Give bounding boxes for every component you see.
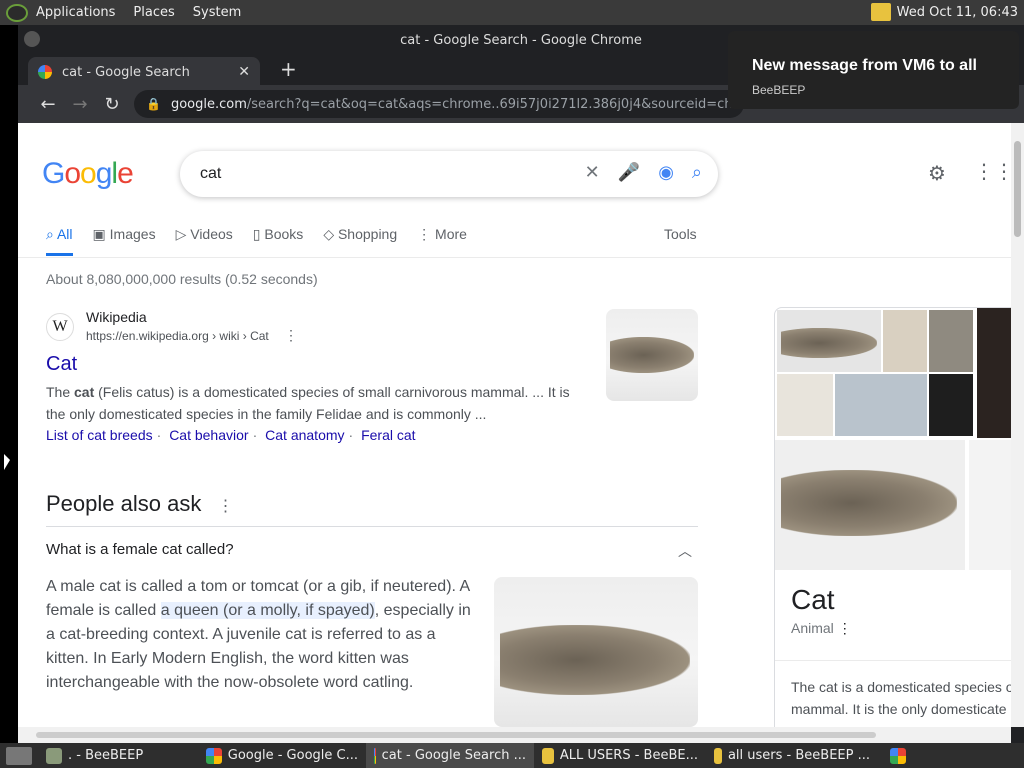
lens-search-icon[interactable]: ◉: [658, 162, 674, 183]
clock[interactable]: Wed Oct 11, 06:43: [897, 5, 1018, 20]
result-site-name[interactable]: Wikipedia: [86, 309, 147, 325]
voice-search-icon[interactable]: 🎤: [618, 162, 640, 183]
mail-notification-icon[interactable]: [870, 3, 891, 21]
tools-button[interactable]: Tools: [664, 226, 697, 242]
page-content: Google cat ✕ 🎤 ◉ ⌕ ⚙ ⋮⋮ ⌕ All ▣ Images ▷…: [18, 123, 1011, 727]
back-button[interactable]: ←: [32, 94, 64, 115]
search-input[interactable]: cat: [200, 165, 221, 183]
url-host: google.com: [170, 96, 247, 112]
people-also-ask-heading: People also ask ⋮: [46, 491, 234, 516]
result-more-icon[interactable]: ⋮: [284, 327, 298, 344]
paa-answer: A male cat is called a tom or tomcat (or…: [46, 578, 471, 691]
search-tabs: ⌕ All ▣ Images ▷ Videos ▯ Books ◇ Shoppi…: [46, 226, 467, 256]
result-title-link[interactable]: Cat: [46, 353, 77, 376]
address-bar[interactable]: 🔒 google.com /search?q=cat&oq=cat&aqs=ch…: [134, 90, 744, 118]
tabs-divider: [18, 257, 1011, 258]
window-menu-icon[interactable]: [24, 31, 40, 47]
settings-gear-icon[interactable]: ⚙: [928, 161, 946, 185]
kp-image-tile[interactable]: [777, 374, 833, 436]
kp-image-tile[interactable]: [929, 374, 973, 436]
chrome-icon: [206, 747, 222, 764]
notification-title: New message from VM6 to all: [752, 57, 977, 74]
kp-image-tile[interactable]: [977, 308, 1011, 438]
logo-letter: G: [42, 157, 65, 190]
reload-button[interactable]: ↻: [96, 94, 128, 115]
wikipedia-favicon-icon: W: [46, 313, 74, 341]
new-tab-button[interactable]: +: [280, 57, 297, 81]
tab-videos[interactable]: ▷ Videos: [176, 226, 233, 256]
window-title: cat - Google Search - Google Chrome: [400, 32, 642, 48]
sitelink-cat-breeds[interactable]: List of cat breeds: [46, 427, 153, 443]
search-box[interactable]: cat ✕ 🎤 ◉ ⌕: [180, 151, 718, 197]
menu-system[interactable]: System: [193, 5, 241, 20]
result-thumbnail-image[interactable]: [606, 309, 698, 401]
apps-grid-icon[interactable]: ⋮⋮: [974, 159, 1011, 183]
kp-image-tile[interactable]: [929, 310, 973, 372]
kp-image-tile[interactable]: [883, 310, 927, 372]
kp-image-tile[interactable]: [969, 440, 1011, 570]
task-all-users-1[interactable]: ALL USERS - BeeBE...: [534, 743, 706, 768]
system-top-panel: Applications Places System Wed Oct 11, 0…: [0, 0, 1024, 25]
tab-all[interactable]: ⌕ All: [46, 226, 73, 256]
mail-icon: [714, 747, 722, 764]
sitelinks: List of cat breeds · Cat behavior · Cat an…: [46, 427, 416, 443]
distro-logo-icon[interactable]: [6, 3, 28, 22]
kp-description: The cat is a domesticated species o mamma…: [791, 679, 1011, 717]
sitelink-cat-behavior[interactable]: Cat behavior: [169, 427, 248, 443]
mail-icon: [542, 747, 554, 764]
notification-source: BeeBEEP: [752, 83, 806, 97]
browser-tab[interactable]: cat - Google Search ✕: [28, 57, 260, 87]
show-desktop-icon[interactable]: [6, 746, 32, 765]
task-cat-search[interactable]: cat - Google Search ...: [366, 743, 534, 768]
forward-button[interactable]: →: [64, 94, 96, 115]
sitelink-feral-cat[interactable]: Feral cat: [361, 427, 415, 443]
taskbar: . - BeeBEEP Google - Google C... cat - G…: [0, 743, 1024, 768]
sitelink-cat-anatomy[interactable]: Cat anatomy: [265, 427, 344, 443]
tab-books[interactable]: ▯ Books: [253, 226, 304, 256]
kp-image-tile[interactable]: [777, 310, 881, 372]
vertical-scrollbar[interactable]: [1011, 123, 1024, 727]
mouse-cursor-icon: [4, 454, 10, 470]
paa-divider: [46, 526, 698, 527]
paa-answer-image[interactable]: [494, 577, 698, 727]
tab-shopping[interactable]: ◇ Shopping: [323, 226, 397, 256]
paa-more-icon[interactable]: ⋮: [217, 498, 233, 515]
task-all-users-2[interactable]: all users - BeeBEEP ...: [706, 743, 878, 768]
result-url[interactable]: https://en.wikipedia.org › wiki › Cat: [86, 329, 269, 343]
clear-search-icon[interactable]: ✕: [585, 162, 600, 183]
beebeep-icon: [46, 747, 62, 764]
chevron-up-icon[interactable]: ︿: [678, 541, 692, 561]
chrome-icon: [374, 747, 376, 764]
knowledge-panel: Cat Animal ⋮ The cat is a domesticated s…: [774, 307, 1011, 727]
google-logo[interactable]: Google: [42, 157, 134, 191]
task-google-chrome[interactable]: Google - Google C...: [198, 743, 366, 768]
chrome-window: cat - Google Search - Google Chrome cat …: [18, 25, 1024, 743]
google-favicon-icon: [38, 65, 52, 79]
kp-title: Cat: [791, 584, 835, 615]
result-snippet: The cat (Felis catus) is a domesticated …: [46, 384, 570, 422]
menu-places[interactable]: Places: [133, 5, 174, 20]
tray-chrome-icon[interactable]: [890, 747, 906, 764]
logo-letter: g: [95, 157, 113, 190]
logo-letter: e: [117, 157, 134, 190]
tab-images[interactable]: ▣ Images: [93, 226, 156, 256]
lock-icon: 🔒: [146, 97, 161, 111]
paa-question[interactable]: What is a female cat called?: [46, 541, 234, 558]
tab-title: cat - Google Search: [62, 64, 190, 80]
result-stats: About 8,080,000,000 results (0.52 second…: [46, 271, 318, 287]
logo-letter: o: [64, 157, 81, 190]
kp-subtitle: Animal ⋮: [791, 620, 852, 636]
notification-popup[interactable]: New message from VM6 to all BeeBEEP: [728, 31, 1019, 109]
menu-applications[interactable]: Applications: [36, 5, 115, 20]
tab-close-icon[interactable]: ✕: [238, 64, 250, 80]
kp-image-tile[interactable]: [835, 374, 927, 436]
logo-letter: o: [80, 157, 97, 190]
tab-more[interactable]: ⋮ More: [417, 226, 467, 256]
search-icon[interactable]: ⌕: [692, 162, 702, 183]
kp-divider: [775, 660, 1011, 661]
url-path: /search?q=cat&oq=cat&aqs=chrome..69i57j0…: [246, 96, 744, 112]
horizontal-scrollbar[interactable]: [18, 727, 1011, 743]
kp-main-image[interactable]: [775, 440, 965, 570]
task-beebeep[interactable]: . - BeeBEEP: [38, 743, 198, 768]
